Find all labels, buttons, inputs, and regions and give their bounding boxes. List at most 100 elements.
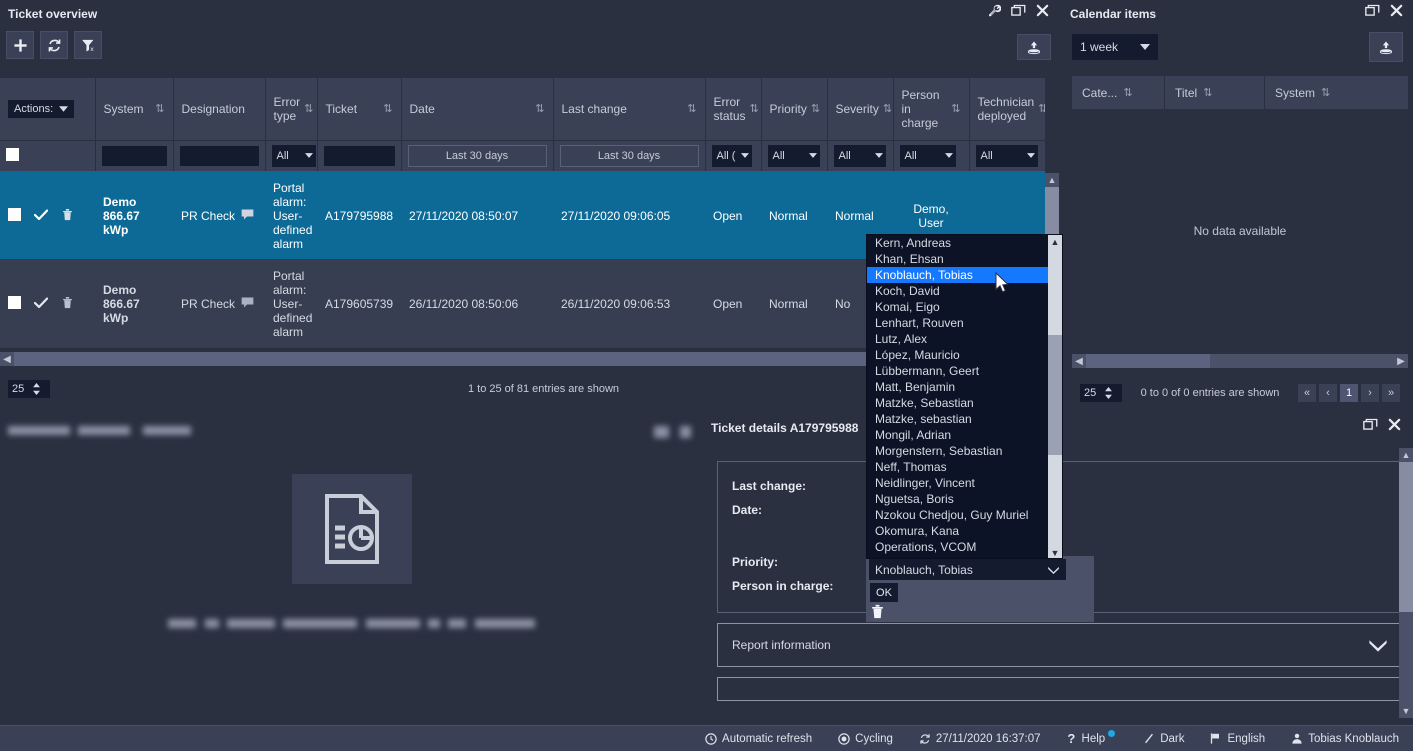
report-window-controls-redacted[interactable] [653,424,691,438]
col-date[interactable]: Date ⇅ [401,78,554,141]
dropdown-item[interactable]: Matzke, sebastian [867,411,1048,427]
scroll-thumb[interactable] [1086,354,1210,368]
dropdown-item[interactable]: Matzke, Sebastian [867,395,1048,411]
dropdown-item[interactable]: Okomura, Kana [867,523,1048,539]
dropdown-item[interactable]: Mongil, Adrian [867,427,1048,443]
dropdown-item[interactable]: Kern, Andreas [867,235,1048,251]
filter-system-input[interactable] [101,145,167,166]
page-first-button[interactable]: « [1298,384,1316,402]
col-system[interactable]: System ⇅ [95,78,174,141]
dropdown-item[interactable]: Morgenstern, Sebastian [867,443,1048,459]
dropdown-item[interactable]: Lübbermann, Geert [867,363,1048,379]
theme-item[interactable]: Dark [1143,732,1184,745]
calendar-col-system[interactable]: System ⇅ [1265,76,1408,109]
col-designation[interactable]: Designation [173,78,266,141]
scroll-left-arrow[interactable]: ◀ [0,352,14,366]
user-item[interactable]: Tobias Knoblauch [1291,732,1399,745]
trash-icon[interactable] [871,604,884,622]
page-last-button[interactable]: » [1382,384,1400,402]
dropdown-item[interactable]: Lutz, Alex [867,331,1048,347]
wrench-icon[interactable] [988,4,1001,17]
filter-last-change-button[interactable]: Last 30 days [559,144,699,167]
col-ticket[interactable]: Ticket ⇅ [317,78,402,141]
calendar-page-size-select[interactable]: 25 [1080,384,1122,402]
scroll-thumb[interactable] [1045,187,1059,237]
col-person-in-charge[interactable]: Person in charge ⇅ [893,78,970,141]
scroll-right-arrow[interactable]: ▶ [1394,354,1408,368]
row-checkbox[interactable] [8,295,21,309]
col-error-status[interactable]: Error status ⇅ [705,78,762,141]
page-prev-button[interactable]: ‹ [1319,384,1337,402]
comment-icon[interactable] [241,297,254,311]
filter-date-button[interactable]: Last 30 days [407,144,547,167]
cycling-item[interactable]: Cycling [838,733,893,745]
export-button[interactable] [1017,34,1051,60]
row-checkbox[interactable] [8,207,21,221]
select-all-checkbox[interactable] [6,147,19,161]
scroll-down-arrow[interactable]: ▼ [1048,546,1062,558]
page-size-select[interactable]: 25 [8,380,50,398]
col-technician-deployed[interactable]: Technician deployed ⇅ [969,78,1045,141]
filter-ticket-input[interactable] [323,145,395,166]
scroll-up-arrow[interactable]: ▲ [1048,235,1062,249]
dropdown-item[interactable]: Neidlinger, Vincent [867,475,1048,491]
scroll-up-arrow[interactable]: ▲ [1399,448,1413,462]
scroll-thumb[interactable] [1399,462,1413,612]
col-last-change[interactable]: Last change ⇅ [553,78,706,141]
add-ticket-button[interactable] [6,31,34,59]
filter-error-type-select[interactable]: All [271,144,316,167]
close-icon[interactable] [1388,418,1401,431]
filter-designation-input[interactable] [179,145,259,166]
filter-person-in-charge-select[interactable]: All [899,144,956,167]
calendar-hscrollbar[interactable]: ◀ ▶ [1072,354,1408,368]
refresh-button[interactable] [40,31,68,59]
col-severity[interactable]: Severity ⇅ [827,78,894,141]
dropdown-item[interactable]: Koch, David [867,283,1048,299]
filter-technician-select[interactable]: All [975,144,1038,167]
language-item[interactable]: English [1210,732,1265,745]
accept-icon[interactable] [34,297,49,312]
accept-icon[interactable] [34,209,49,224]
trash-icon[interactable] [62,208,73,224]
calendar-col-category[interactable]: Cate... ⇅ [1072,76,1165,109]
page-next-button[interactable]: › [1361,384,1379,402]
person-in-charge-dropdown-list[interactable]: Kern, Andreas Khan, Ehsan Knoblauch, Tobia… [866,234,1063,559]
dropdown-item[interactable]: Knoblauch, Tobias [867,267,1048,283]
scroll-left-arrow[interactable]: ◀ [1072,354,1086,368]
dropdown-item[interactable]: Nguetsa, Boris [867,491,1048,507]
details-vscrollbar[interactable]: ▲ ▼ [1399,448,1413,718]
calendar-export-button[interactable] [1369,32,1403,62]
dropdown-item[interactable]: Matt, Benjamin [867,379,1048,395]
scroll-up-arrow[interactable]: ▲ [1045,173,1059,187]
dropdown-item[interactable]: Lenhart, Rouven [867,315,1048,331]
filter-priority-select[interactable]: All [767,144,820,167]
col-error-type[interactable]: Error type ⇅ [265,78,318,141]
calendar-range-select[interactable]: 1 week [1072,34,1158,60]
restore-icon[interactable] [1011,4,1026,17]
restore-icon[interactable] [1365,4,1380,17]
help-item[interactable]: ? Help [1067,730,1118,745]
filter-severity-select[interactable]: All [833,144,886,167]
comment-icon[interactable] [241,209,254,223]
calendar-col-title[interactable]: Titel ⇅ [1165,76,1265,109]
dropdown-item[interactable]: Nzokou Chedjou, Guy Muriel [867,507,1048,523]
dropdown-item[interactable]: Neff, Thomas [867,459,1048,475]
secondary-section[interactable] [717,677,1403,701]
timestamp-item[interactable]: 27/11/2020 16:37:07 [919,733,1041,745]
dropdown-item[interactable]: López, Mauricio [867,347,1048,363]
scroll-down-arrow[interactable]: ▼ [1399,704,1413,718]
filter-error-status-select[interactable]: All ( [711,144,752,167]
trash-icon[interactable] [62,296,73,312]
report-information-section[interactable]: Report information [717,623,1403,667]
close-icon[interactable] [1036,4,1049,17]
close-icon[interactable] [1390,4,1403,17]
ok-button[interactable]: OK [870,583,898,602]
scroll-thumb[interactable] [1048,335,1062,455]
page-1-button[interactable]: 1 [1340,384,1358,402]
dropdown-item[interactable]: Khan, Ehsan [867,251,1048,267]
automatic-refresh-item[interactable]: Automatic refresh [705,733,812,745]
dropdown-item[interactable]: Operations, VCOM [867,539,1048,555]
person-in-charge-select[interactable]: Knoblauch, Tobias [869,559,1066,580]
col-priority[interactable]: Priority ⇅ [761,78,828,141]
restore-icon[interactable] [1363,418,1378,431]
